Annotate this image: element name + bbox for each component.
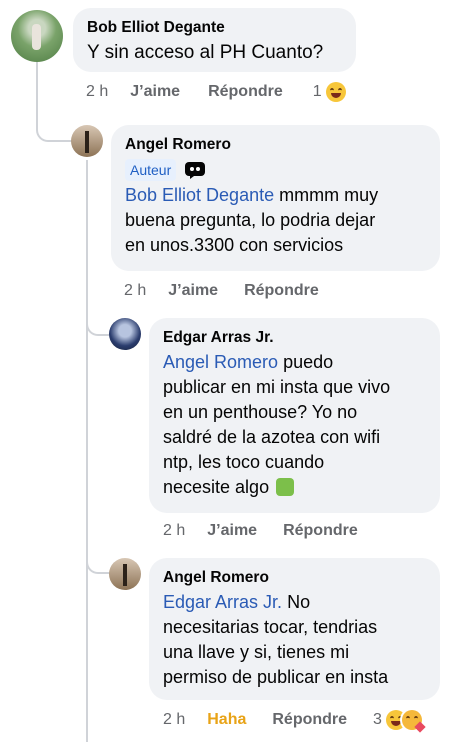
thread-line (36, 62, 38, 116)
mention-link[interactable]: Bob Elliot Degante (125, 185, 274, 205)
avatar[interactable] (11, 10, 63, 62)
avatar[interactable] (109, 558, 141, 590)
comment-time[interactable]: 2 h (163, 522, 185, 540)
comment-actions: 2 h J’aime Répondre (163, 522, 358, 540)
thread-line (86, 160, 88, 742)
like-button[interactable]: J’aime (130, 83, 180, 101)
comment-actions: 2 h J’aime Répondre (124, 282, 319, 300)
laughing-emoji-icon (325, 82, 346, 102)
comment-text: Edgar Arras Jr. No necesitarias tocar, t… (163, 592, 389, 687)
comment-author[interactable]: Edgar Arras Jr. (163, 328, 426, 348)
thread-connector (36, 110, 72, 142)
comment-bubble: Angel Romero Auteur Bob Elliot Degante m… (111, 125, 440, 271)
author-badge: Auteur (125, 159, 177, 181)
reply-button[interactable]: Répondre (272, 711, 347, 729)
haha-button[interactable]: Haha (207, 711, 246, 729)
top-fan-badge-icon (184, 161, 206, 179)
reply-button[interactable]: Répondre (283, 522, 358, 540)
mention-link[interactable]: Edgar Arras Jr. (163, 592, 282, 612)
comment-text: Bob Elliot Degante mmmm muy buena pregun… (125, 185, 379, 255)
mention-link[interactable]: Angel Romero (163, 352, 278, 372)
like-button[interactable]: J’aime (207, 522, 257, 540)
thread-connector (86, 548, 112, 574)
comment-author[interactable]: Angel Romero (125, 135, 426, 155)
reaction-count: 1 (312, 83, 322, 100)
comment-bubble: Edgar Arras Jr. Angel Romero puedo publi… (149, 318, 440, 513)
person-facepalm-emoji-icon (276, 478, 295, 496)
comment-text: Y sin acceso al PH Cuanto? (87, 42, 324, 63)
comment-text: Angel Romero puedo publicar en mi insta … (163, 352, 391, 497)
reaction-count: 3 (373, 711, 382, 728)
avatar[interactable] (71, 125, 103, 157)
comment-bubble: Bob Elliot Degante Y sin acceso al PH Cu… (73, 8, 356, 72)
comment-time[interactable]: 2 h (86, 83, 108, 101)
comment-actions: 2 h J’aime Répondre 1 (86, 82, 346, 102)
comment-time[interactable]: 2 h (124, 282, 146, 300)
comment-author[interactable]: Angel Romero (163, 568, 426, 588)
avatar[interactable] (109, 318, 141, 350)
comment-time[interactable]: 2 h (163, 711, 185, 729)
like-button[interactable]: J’aime (168, 282, 218, 300)
comment-actions: 2 h Haha Répondre 3 (163, 710, 426, 733)
comment-author[interactable]: Bob Elliot Degante (87, 18, 342, 38)
reply-button[interactable]: Répondre (208, 83, 283, 101)
comment-bubble: Angel Romero Edgar Arras Jr. No necesita… (149, 558, 440, 700)
reactions[interactable]: 1 (313, 82, 346, 102)
love-emoji-icon (401, 710, 426, 733)
reply-button[interactable]: Répondre (244, 282, 319, 300)
reactions[interactable]: 3 (373, 710, 426, 733)
